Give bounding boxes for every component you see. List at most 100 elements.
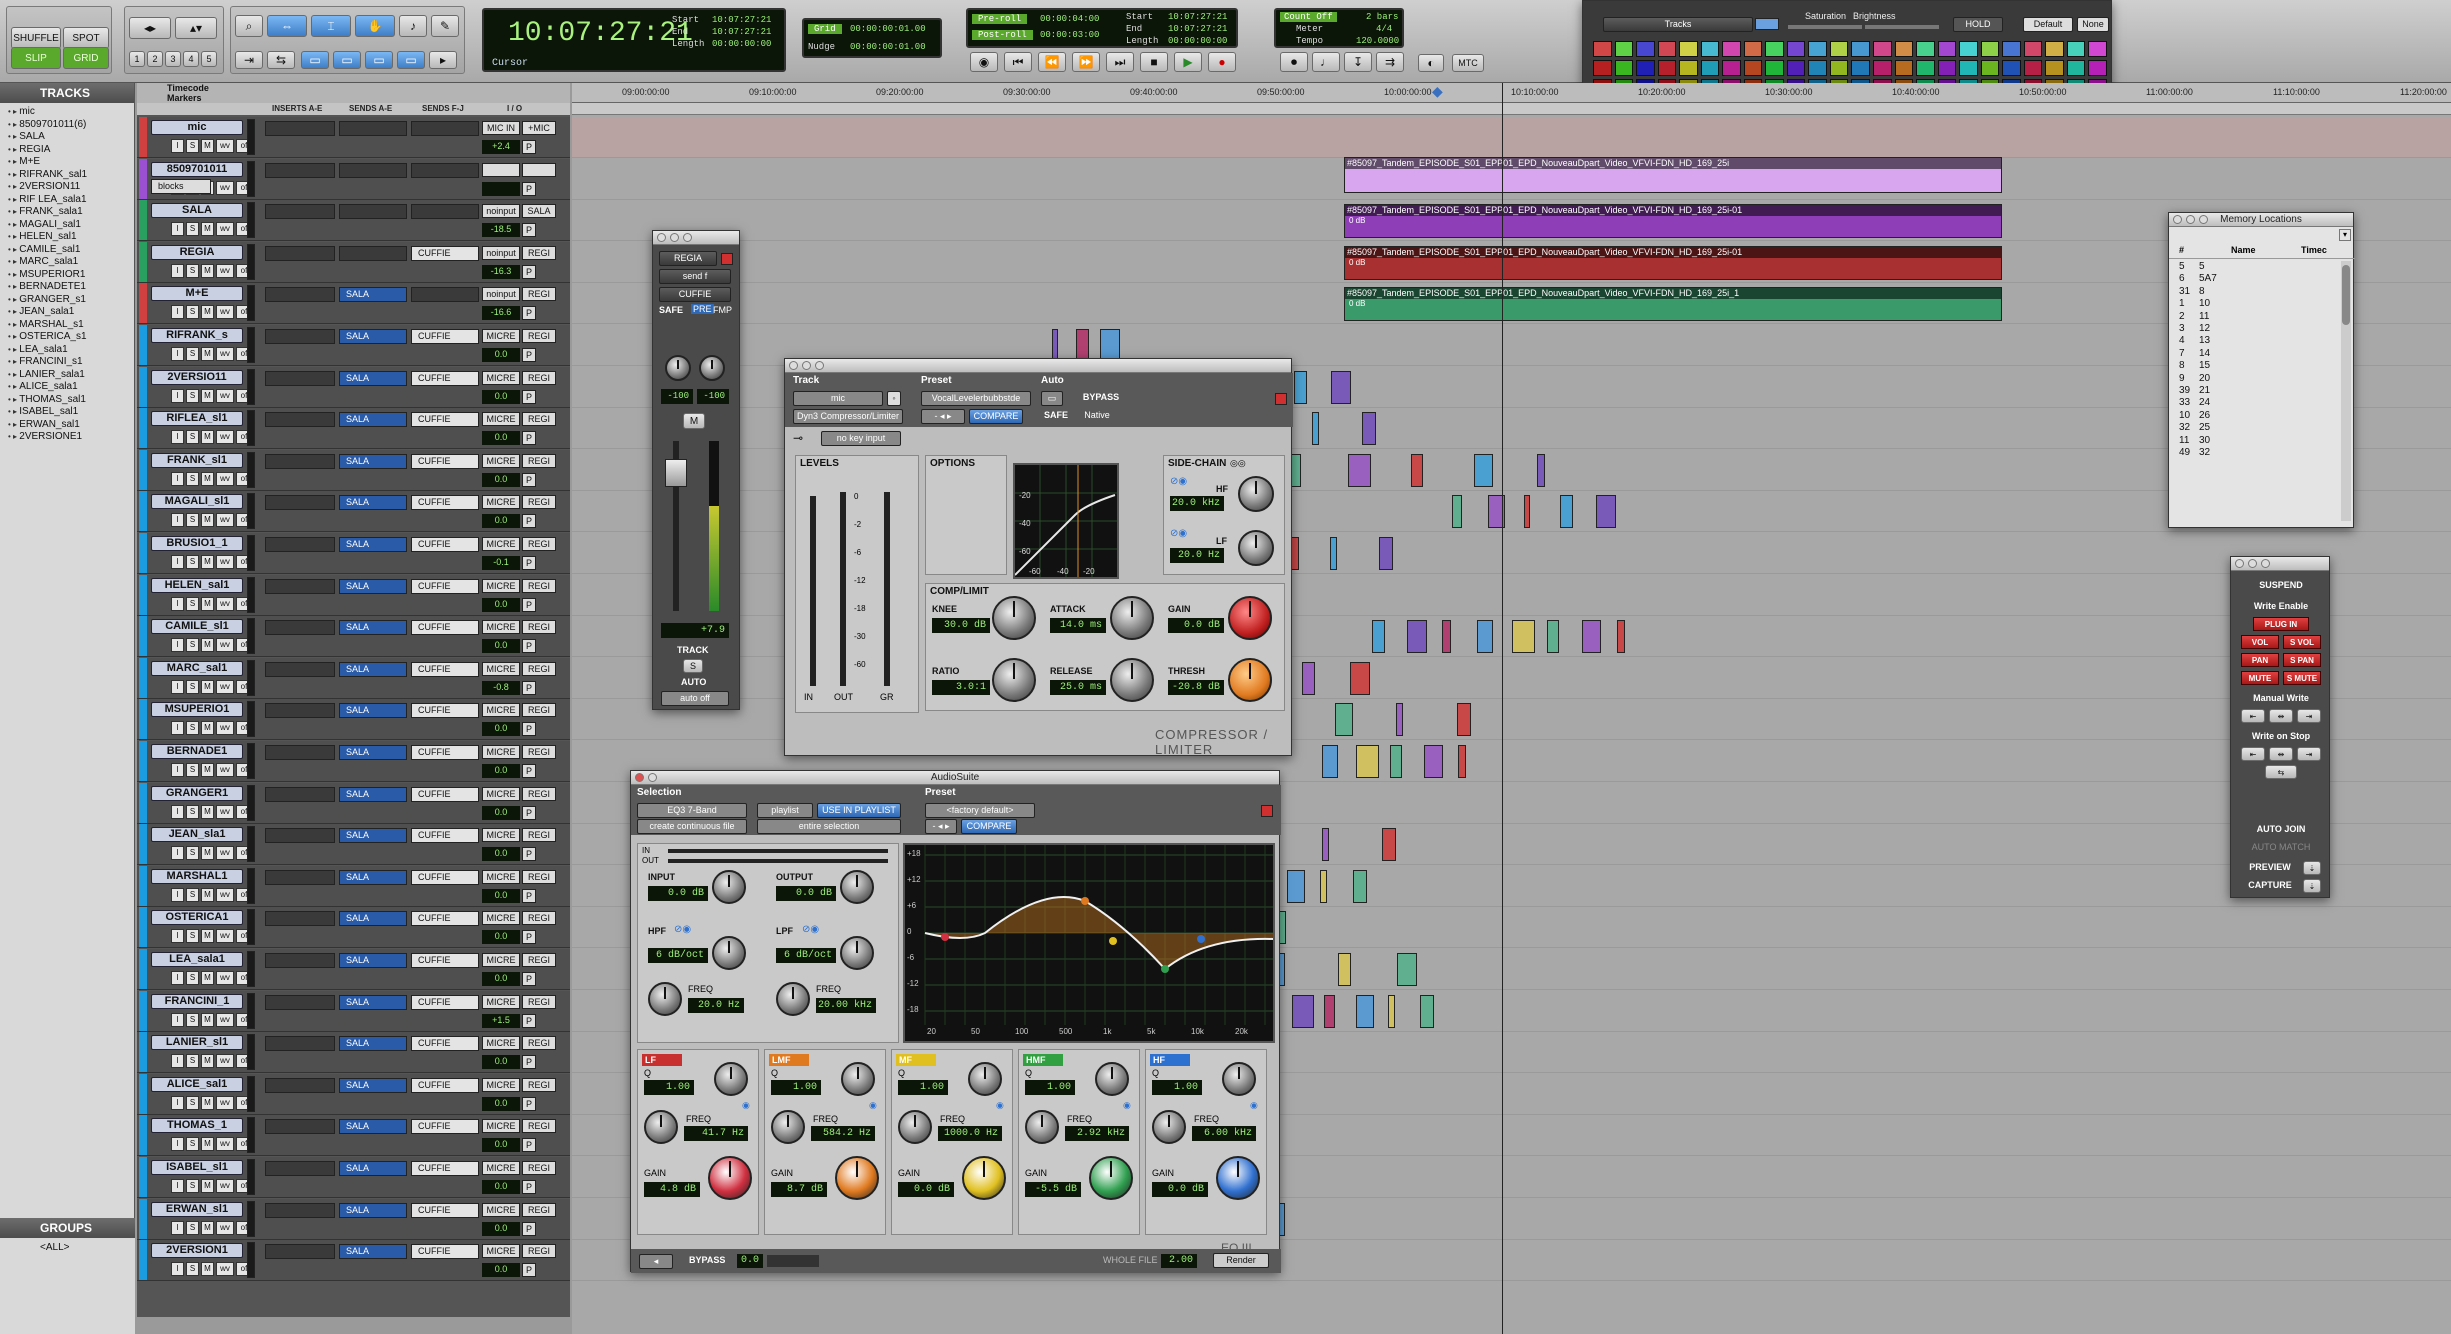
mute-button[interactable]: M [201, 846, 214, 861]
track-header[interactable]: mic I S Mwv off MIC IN +MIC +2.4 P [137, 117, 570, 158]
track-list-item[interactable]: REGIA [8, 144, 134, 157]
band-type-icon[interactable]: ◉ [742, 1100, 750, 1111]
audio-region[interactable] [1442, 620, 1451, 654]
automation-titlebar[interactable] [2231, 557, 2329, 571]
solo-button[interactable]: S [186, 721, 199, 736]
pan-indicator[interactable]: P [522, 1263, 536, 1278]
solo-button[interactable]: S [186, 388, 199, 403]
output-select[interactable] [522, 162, 556, 177]
record-enable-button[interactable]: I [171, 596, 184, 611]
track-header[interactable]: CAMILE_sl1 I S Mwv off SALA CUFFIE MICRE REGI 0.0… [137, 616, 570, 658]
track-volume[interactable]: 0.0 [482, 1138, 520, 1153]
lpf-enable-icon[interactable]: ⊘◉ [802, 924, 819, 935]
send-f-slot[interactable]: CUFFIE [411, 1036, 479, 1052]
pan-indicator[interactable]: P [522, 389, 536, 404]
audio-region[interactable] [1322, 828, 1329, 862]
track-list-item[interactable]: RIFRANK_sal1 [8, 169, 134, 182]
send-a-slot[interactable]: SALA [339, 786, 407, 802]
audio-region[interactable] [1353, 869, 1367, 903]
meter-value[interactable]: 4/4 [1376, 24, 1392, 34]
output-select[interactable]: REGI [522, 1077, 556, 1092]
pan-indicator[interactable]: P [522, 639, 536, 654]
audio-region[interactable] [1287, 869, 1305, 903]
output-select[interactable]: REGI [522, 786, 556, 801]
audio-region[interactable] [1335, 703, 1353, 737]
track-list-item[interactable]: ISABEL_sal1 [8, 406, 134, 419]
start-value[interactable]: 10:07:27:21 [712, 15, 771, 25]
output-select[interactable]: +MIC [522, 121, 556, 135]
color-swatch[interactable] [1657, 41, 1677, 57]
input-select[interactable]: MICRE [482, 620, 520, 635]
track-name[interactable]: ISABEL_sl1 [151, 1160, 243, 1175]
as-power-icon[interactable] [1261, 805, 1273, 817]
send-vol-automation-button[interactable]: S VOL [2283, 635, 2321, 649]
track-volume[interactable]: 0.0 [482, 348, 520, 362]
solo-button[interactable]: S [186, 347, 199, 361]
record-enable-button[interactable]: I [171, 1054, 184, 1069]
color-swatch[interactable] [2023, 60, 2043, 76]
input-select[interactable]: MICRE [482, 578, 520, 593]
output-select[interactable]: REGI [522, 537, 556, 551]
track-list-item[interactable]: mic [8, 106, 134, 119]
insert-slot[interactable] [265, 869, 335, 885]
track-header[interactable]: 2VERSIO11 I S Mwv off SALA CUFFIE MICRE REGI 0.0 P [137, 366, 570, 408]
band-name[interactable]: HF [1150, 1054, 1190, 1066]
send-f-slot[interactable] [411, 121, 479, 136]
comp-gain-knob[interactable] [1228, 596, 1272, 640]
audio-region[interactable] [1457, 703, 1471, 737]
track-list-item[interactable]: MSUPERIOR1 [8, 269, 134, 282]
audio-region[interactable] [1617, 620, 1625, 654]
audio-region[interactable] [1312, 412, 1319, 446]
input-select[interactable]: MICRE [482, 537, 520, 551]
solo-button[interactable]: S [186, 1262, 199, 1277]
color-swatch[interactable] [1980, 60, 2000, 76]
track-list-item[interactable]: THOMAS_sal1 [8, 394, 134, 407]
hmf-node[interactable] [1161, 965, 1169, 973]
knee-value[interactable]: 30.0 dB [932, 618, 990, 633]
insert-slot[interactable] [265, 495, 335, 511]
memory-location-row[interactable]: 32 25 [2169, 422, 2339, 434]
mute-button[interactable]: M [201, 555, 214, 569]
input-select[interactable]: MICRE [482, 1244, 520, 1259]
mute-button[interactable]: M [201, 1054, 214, 1069]
band-q-value[interactable]: 1.00 [1025, 1080, 1075, 1095]
color-swatch[interactable] [1614, 60, 1634, 76]
pan-automation-button[interactable]: PAN [2241, 653, 2279, 667]
solo-button[interactable]: S [186, 679, 199, 694]
track-volume[interactable]: +1.5 [482, 1013, 520, 1028]
color-swatch[interactable] [2066, 60, 2086, 76]
automation-mode-select[interactable]: auto off [661, 691, 729, 706]
track-view-select[interactable]: wv [216, 305, 234, 320]
record-enable-button[interactable]: I [171, 263, 184, 278]
keyboard-focus-icon[interactable]: ▭ [397, 51, 425, 69]
track-name[interactable]: FRANCINI_1 [151, 993, 243, 1009]
audio-region[interactable] [1292, 994, 1314, 1028]
record-enable-button[interactable]: I [171, 1012, 184, 1027]
send-a-slot[interactable]: SALA [339, 828, 407, 844]
band-q-value[interactable]: 1.00 [1152, 1080, 1202, 1095]
attack-value[interactable]: 14.0 ms [1050, 618, 1106, 633]
track-volume[interactable]: 0.0 [482, 972, 520, 986]
use-in-playlist-button[interactable]: USE IN PLAYLIST [817, 803, 901, 818]
band-gain-value[interactable]: 4.8 dB [644, 1182, 700, 1197]
mute-button[interactable]: M [201, 139, 214, 153]
band-name[interactable]: MF [896, 1054, 936, 1066]
send-a-slot[interactable]: SALA [339, 911, 407, 927]
audio-region[interactable] [1596, 495, 1616, 529]
pan-indicator[interactable]: P [522, 597, 536, 612]
track-name[interactable]: JEAN_sla1 [151, 827, 243, 843]
track-list-item[interactable]: 8509701011(6) [8, 119, 134, 132]
midi-merge-icon[interactable]: ⇉ [1376, 52, 1404, 72]
record-enable-button[interactable]: I [171, 513, 184, 528]
mute-button[interactable]: M [201, 513, 214, 528]
zoom-preset-4[interactable]: 4 [183, 51, 199, 67]
input-select[interactable]: MICRE [482, 1202, 520, 1217]
track-header[interactable]: GRANGER1 I S Mwv off SALA CUFFIE MICRE REGI 0.0 P [137, 782, 570, 824]
thresh-value[interactable]: -20.8 dB [1168, 680, 1224, 695]
send-a-slot[interactable] [339, 204, 407, 220]
track-list-item[interactable]: MARSHAL_s1 [8, 319, 134, 332]
send-f-slot[interactable]: CUFFIE [411, 370, 479, 386]
track-header[interactable]: SALA I S Mwv off noinput SALA -18.5 P [137, 200, 570, 242]
color-swatch[interactable] [2002, 60, 2021, 76]
track-volume[interactable]: -16.6 [482, 306, 520, 321]
